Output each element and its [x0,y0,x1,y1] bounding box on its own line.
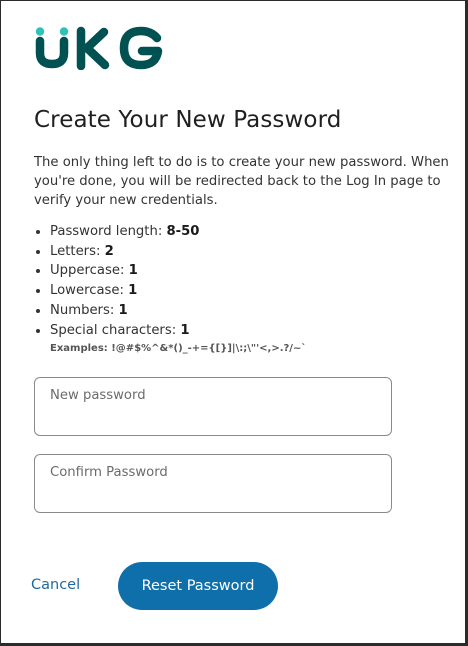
requirement-value: 1 [128,263,138,279]
requirement-value: 8-50 [166,224,200,239]
requirement-special-characters: Special characters: 1 [50,321,199,341]
requirement-lowercase: Lowercase: 1 [50,281,199,301]
requirement-label: Special characters: [50,322,181,338]
special-characters-examples: Examples: !@#$%^&*()_-+={[}]|\:;\"'<,>.?… [50,343,306,354]
requirement-label: Letters: [50,243,105,259]
intro-text: The only thing left to do is to create y… [34,155,449,208]
cancel-link[interactable]: Cancel [31,577,80,593]
page-title: Create Your New Password [34,107,342,133]
examples-label: Examples: [50,343,112,354]
examples-value: !@#$%^&*()_-+={[}]|\:;\"'<,>.?/~` [111,343,307,354]
requirement-value: 1 [128,283,138,299]
password-reset-panel: Create Your New Password The only thing … [0,0,468,646]
requirement-letters: Letters: 2 [50,242,199,262]
requirement-label: Password length: [50,224,167,239]
confirm-password-field[interactable] [34,454,392,513]
requirement-length: Password length: 8-50 [50,222,199,242]
new-password-field[interactable] [34,377,392,436]
confirm-password-input[interactable] [50,465,379,480]
password-requirements-list: Password length: 8-50 Letters: 2 Upperca… [34,222,199,340]
requirement-value: 2 [104,243,114,259]
requirement-numbers: Numbers: 1 [50,301,199,321]
requirement-uppercase: Uppercase: 1 [50,261,199,281]
requirement-label: Uppercase: [50,263,129,279]
ukg-logo [35,26,163,70]
new-password-input[interactable] [50,388,379,403]
reset-password-button[interactable]: Reset Password [118,562,278,610]
requirement-value: 1 [118,302,128,318]
requirement-value: 1 [180,322,190,338]
requirement-label: Numbers: [50,302,119,318]
requirement-label: Lowercase: [50,283,129,299]
